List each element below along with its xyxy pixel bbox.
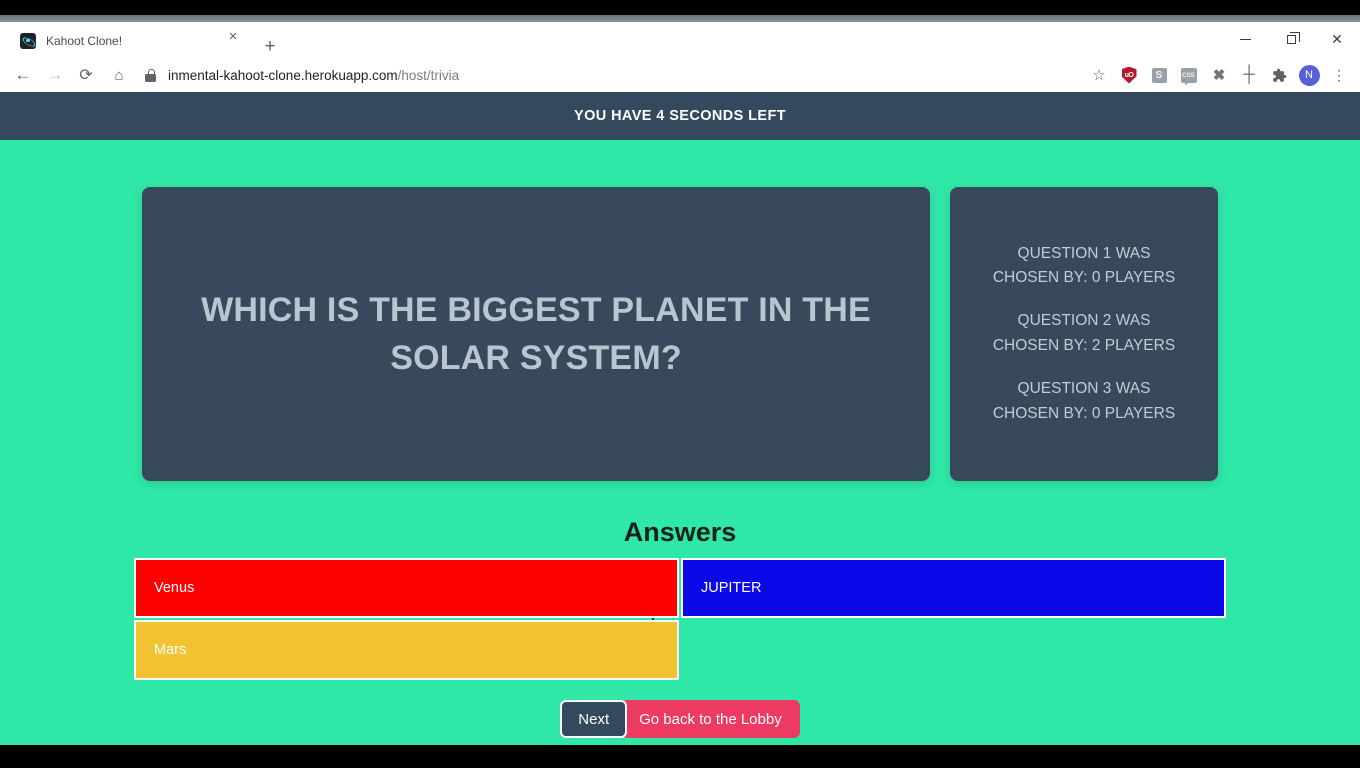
stat-1-line-1: QUESTION 1 WAS (1017, 244, 1151, 262)
reload-icon[interactable]: ⟳ (72, 61, 100, 89)
letterbox-top (0, 0, 1360, 15)
stat-block-1: QUESTION 1 WAS CHOSEN BY: 0 PLAYERS (993, 242, 1175, 292)
question-row: WHICH IS THE BIGGEST PLANET IN THE SOLAR… (0, 187, 1360, 481)
ublock-origin-icon[interactable]: uO (1114, 61, 1144, 89)
action-buttons: Next Go back to the Lobby (0, 700, 1360, 738)
browser-tab[interactable]: Kahoot Clone! (8, 24, 248, 57)
stat-block-3: QUESTION 3 WAS CHOSEN BY: 0 PLAYERS (993, 377, 1175, 427)
stat-1-line-2: CHOSEN BY: 0 PLAYERS (992, 269, 1176, 287)
stat-2-line-2: CHOSEN BY: 2 PLAYERS (992, 337, 1176, 354)
browser-titlebar: Kahoot Clone! × + ✕ (0, 15, 1360, 57)
back-icon[interactable]: ← (9, 61, 37, 89)
chrome-menu-icon[interactable]: ⋮ (1324, 61, 1354, 89)
address-bar[interactable]: inmental-kahoot-clone.herokuapp.com/host… (145, 61, 1050, 89)
move-crosshair-icon[interactable]: ┼ (1234, 61, 1264, 89)
react-atom-icon (20, 32, 36, 49)
letterbox-bottom (0, 745, 1360, 768)
window-controls: ✕ (1222, 22, 1360, 57)
question-card: WHICH IS THE BIGGEST PLANET IN THE SOLAR… (142, 187, 930, 481)
answer-label: Venus (154, 580, 195, 596)
stat-2-line-1: QUESTION 2 WAS (1017, 312, 1151, 330)
forward-icon[interactable]: → (41, 61, 69, 89)
lock-icon (145, 68, 156, 82)
stat-block-2: QUESTION 2 WAS CHOSEN BY: 2 PLAYERS (993, 309, 1175, 359)
restore-button[interactable] (1268, 22, 1314, 57)
window-drag-strip[interactable] (0, 15, 1360, 22)
page-viewport: YOU HAVE 4 SECONDS LEFT WHICH IS THE BIG… (0, 92, 1360, 745)
screenshot-root: Kahoot Clone! × + ✕ ← → ⟳ ⌂ inmental-kah… (0, 0, 1360, 768)
close-icon[interactable]: × (222, 25, 244, 47)
css-extension-icon[interactable]: CSS (1174, 61, 1204, 89)
url-text: inmental-kahoot-clone.herokuapp.com/host… (168, 68, 459, 83)
timer-banner: YOU HAVE 4 SECONDS LEFT (0, 92, 1360, 140)
stats-card: QUESTION 1 WAS CHOSEN BY: 0 PLAYERS QUES… (950, 187, 1218, 481)
home-icon[interactable]: ⌂ (105, 61, 133, 89)
answer-label: JUPITER (701, 580, 762, 596)
browser-chrome: Kahoot Clone! × + ✕ ← → ⟳ ⌂ inmental-kah… (0, 15, 1360, 92)
answer-tile-jupiter[interactable]: JUPITER (681, 558, 1226, 618)
profile-avatar[interactable]: N (1294, 61, 1324, 89)
avatar-initial: N (1298, 64, 1320, 86)
stat-3-line-1: QUESTION 3 WAS (1017, 379, 1151, 397)
answer-label: Mars (154, 642, 187, 658)
scissors-extension-icon[interactable]: ✖ (1204, 61, 1234, 89)
next-button[interactable]: Next (560, 700, 628, 738)
browser-toolbar: ← → ⟳ ⌂ inmental-kahoot-clone.herokuapp.… (0, 57, 1360, 92)
url-path: /host/trivia (397, 67, 460, 83)
toolbar-icons: ☆ uO S CSS ✖ ┼ N ⋮ (1084, 61, 1354, 89)
answers-grid: Venus JUPITER Mars (134, 558, 1226, 680)
answers-heading: Answers (623, 517, 737, 547)
stat-3-line-2: CHOSEN BY: 0 PLAYERS (992, 404, 1176, 422)
answer-tile-mars[interactable]: Mars (134, 620, 679, 680)
tab-title: Kahoot Clone! (46, 33, 123, 48)
extensions-puzzle-icon[interactable] (1264, 61, 1294, 89)
go-back-to-lobby-button[interactable]: Go back to the Lobby (621, 700, 800, 738)
bookmark-star-icon[interactable]: ☆ (1084, 61, 1114, 89)
answer-tile-venus[interactable]: Venus (134, 558, 679, 618)
question-text: WHICH IS THE BIGGEST PLANET IN THE SOLAR… (201, 290, 871, 377)
stylus-extension-icon[interactable]: S (1144, 61, 1174, 89)
window-close-button[interactable]: ✕ (1314, 22, 1360, 57)
minimize-button[interactable] (1222, 22, 1268, 57)
url-host: inmental-kahoot-clone.herokuapp.com (168, 67, 398, 83)
